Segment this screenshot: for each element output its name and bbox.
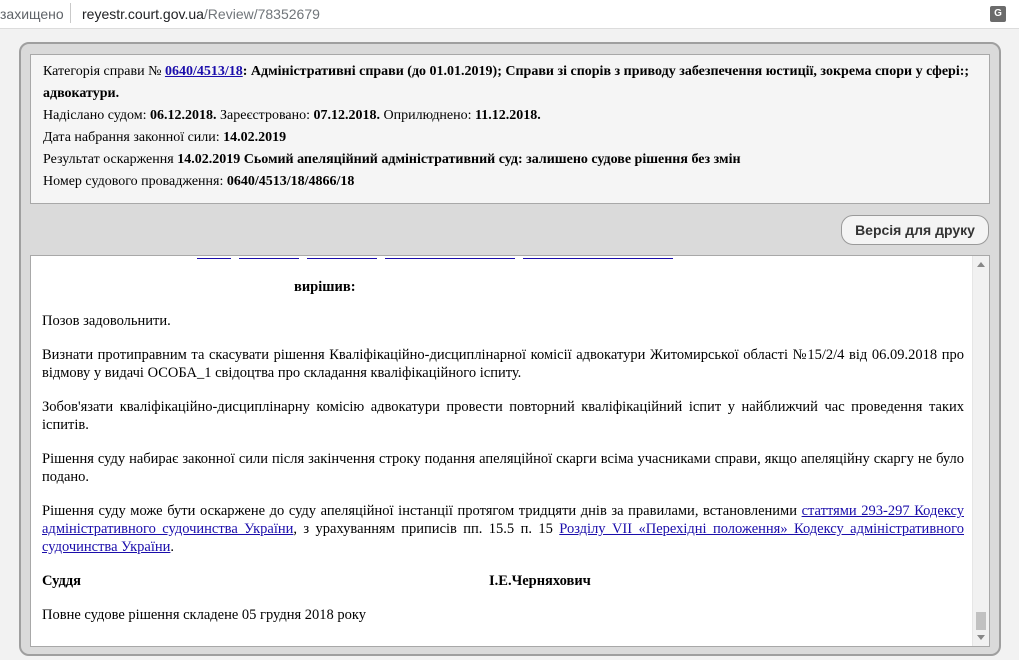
proceeding-label: Номер судового провадження: xyxy=(43,174,224,189)
published-label: Оприлюднено: xyxy=(383,108,472,123)
security-label: захищено xyxy=(0,6,64,22)
appeal-label: Результат оскарження xyxy=(43,152,174,167)
case-info-box: Категорія справи № 0640/4513/18: Адмініс… xyxy=(30,54,990,204)
judge-line: Суддя І.Е.Черняхович xyxy=(42,572,964,590)
url-text[interactable]: reyestr.court.gov.ua/Review/78352679 xyxy=(82,6,320,22)
decision-heading: вирішив: xyxy=(294,279,356,295)
translate-icon[interactable]: G xyxy=(990,6,1006,22)
registered-date: 07.12.2018. xyxy=(313,108,380,123)
paragraph-4: Рішення суду набирає законної сили після… xyxy=(42,451,964,485)
published-date: 11.12.2018. xyxy=(475,108,541,123)
appeal-line: Результат оскарження 14.02.2019 Сьомий а… xyxy=(43,149,977,171)
force-date: 14.02.2019 xyxy=(223,130,287,145)
clipped-previous-line xyxy=(42,256,964,260)
case-number-link[interactable]: 0640/4513/18 xyxy=(165,64,243,79)
document-scrollbar[interactable] xyxy=(972,256,989,646)
decision-heading-line: вирішив: xyxy=(42,278,964,296)
paragraph-5-text-a: Рішення суду може бути оскаржене до суду… xyxy=(42,503,802,519)
proceeding-line: Номер судового провадження: 0640/4513/18… xyxy=(43,171,977,193)
paragraph-3: Зобов'язати кваліфікаційно-дисциплінарну… xyxy=(42,399,964,433)
address-divider xyxy=(70,3,71,23)
appeal-text: 14.02.2019 Сьомий апеляційний адміністра… xyxy=(177,152,741,167)
sent-date: 06.12.2018. xyxy=(150,108,217,123)
dates-line: Надіслано судом: 06.12.2018. Зареєстрова… xyxy=(43,105,977,127)
scroll-thumb[interactable] xyxy=(976,612,986,630)
address-bar[interactable]: захищено reyestr.court.gov.ua/Review/783… xyxy=(0,0,1019,29)
final-note: Повне судове рішення складене 05 грудня … xyxy=(42,607,367,623)
decision-document[interactable]: вирішив: Позов задовольнити. Визнати про… xyxy=(30,255,990,647)
paragraph-5-text-c: . xyxy=(170,539,175,555)
force-label: Дата набрання законної сили: xyxy=(43,130,220,145)
url-path: /Review/78352679 xyxy=(203,6,320,22)
sent-label: Надіслано судом: xyxy=(43,108,147,123)
judge-name: І.Е.Черняхович xyxy=(489,573,591,589)
scroll-down-arrow-icon[interactable] xyxy=(977,635,985,640)
registered-label: Зареєстровано: xyxy=(220,108,310,123)
paragraph-5-text-b: , з урахуванням приписів пп. 15.5 п. 15 xyxy=(293,521,560,537)
scroll-up-arrow-icon[interactable] xyxy=(977,262,985,267)
url-host: reyestr.court.gov.ua xyxy=(82,6,204,22)
category-label: Категорія справи № xyxy=(43,64,162,79)
print-version-button[interactable]: Версія для друку xyxy=(841,215,989,245)
paragraph-5: Рішення суду може бути оскаржене до суду… xyxy=(42,502,964,556)
case-category-line: Категорія справи № 0640/4513/18: Адмініс… xyxy=(43,61,977,105)
paragraph-2: Визнати протиправним та скасувати рішенн… xyxy=(42,347,964,381)
proceeding-number: 0640/4513/18/4866/18 xyxy=(226,174,355,189)
paragraph-1: Позов задовольнити. xyxy=(42,313,171,329)
force-line: Дата набрання законної сили: 14.02.2019 xyxy=(43,127,977,149)
judge-label: Суддя xyxy=(42,573,81,589)
